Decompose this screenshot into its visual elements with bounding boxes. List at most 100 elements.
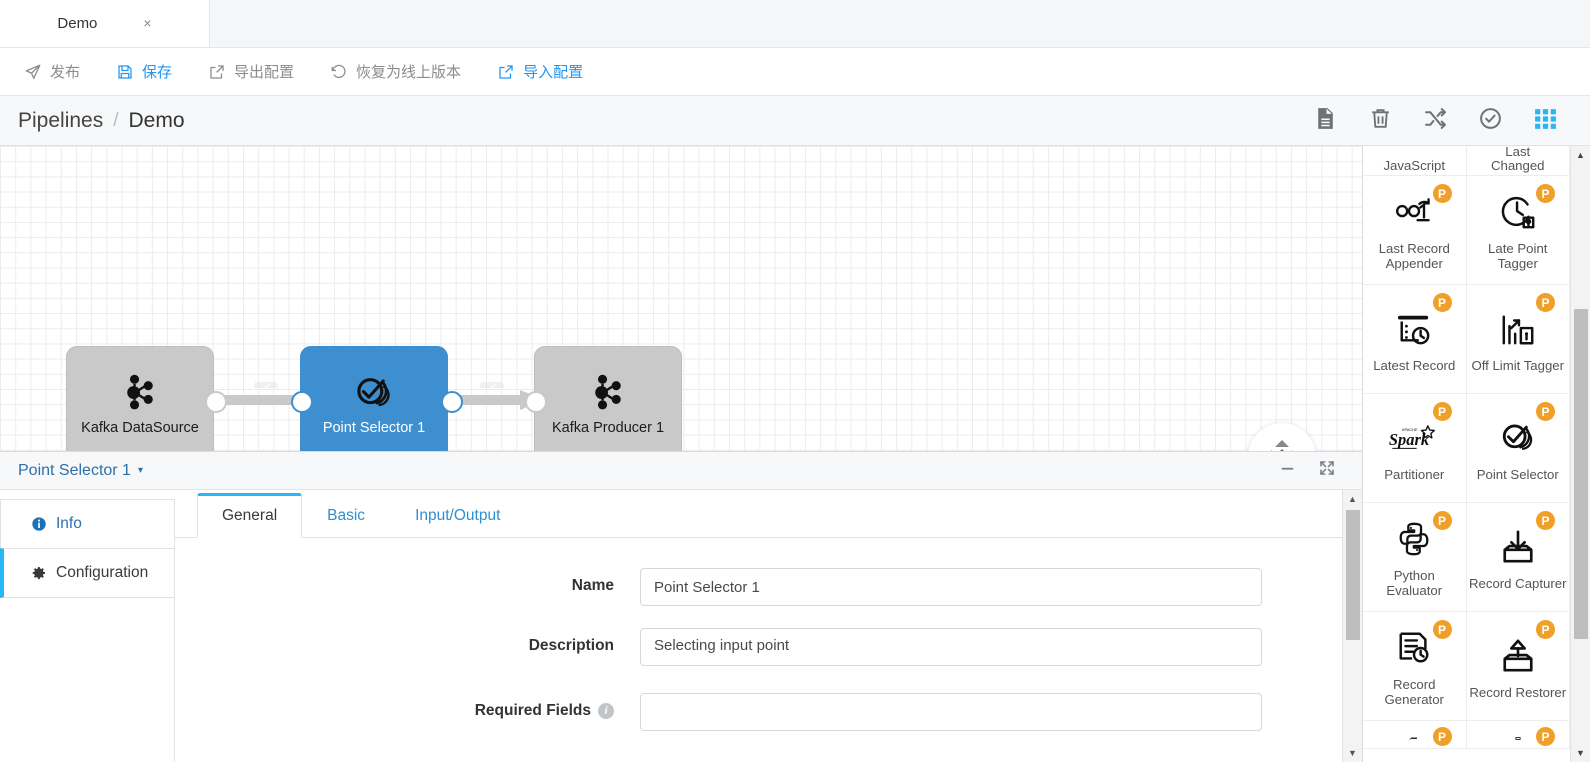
palette-item-record-generator[interactable]: P Record Generator bbox=[1363, 612, 1467, 721]
check-circle-icon[interactable] bbox=[1478, 106, 1503, 136]
premium-badge: P bbox=[1433, 511, 1452, 530]
palette-item-point-selector[interactable]: P Point Selector bbox=[1467, 394, 1571, 503]
scroll-thumb[interactable] bbox=[1346, 510, 1360, 640]
palette-item-label: Late Point Tagger bbox=[1469, 241, 1568, 271]
spark-icon: Spark APACHE bbox=[1388, 415, 1440, 461]
port-in-selector[interactable] bbox=[291, 391, 313, 413]
tab-info-label: Info bbox=[56, 515, 82, 533]
export-config-label: 导出配置 bbox=[234, 61, 294, 82]
palette-item-label: JavaScript bbox=[1383, 158, 1445, 173]
minimize-icon[interactable] bbox=[1279, 460, 1296, 482]
config-panel-scrollbar[interactable]: ▲ ▼ bbox=[1342, 490, 1362, 762]
grid-icon[interactable] bbox=[1533, 106, 1558, 136]
export-config-button[interactable]: 导出配置 bbox=[208, 61, 316, 82]
palette-item-label: Last Changed bbox=[1491, 146, 1545, 173]
browser-tab-strip: Demo × bbox=[0, 0, 1590, 48]
breadcrumb-root[interactable]: Pipelines bbox=[18, 109, 103, 133]
shuffle-icon[interactable] bbox=[1423, 106, 1448, 136]
palette-item-python-evaluator[interactable]: P Python Evaluator bbox=[1363, 503, 1467, 612]
chevron-down-icon[interactable]: ▾ bbox=[138, 465, 143, 476]
palette-item-partial-right[interactable]: P bbox=[1467, 721, 1571, 749]
required-fields-input[interactable] bbox=[640, 693, 1262, 731]
tab-info[interactable]: Info bbox=[0, 499, 175, 549]
form-row-description: Description Selecting input point bbox=[175, 628, 1362, 671]
pipeline-canvas[interactable]: Kafka DataSource Point Selector 1 bbox=[0, 146, 1362, 452]
restore-online-version-label: 恢复为线上版本 bbox=[356, 61, 461, 82]
scroll-down-icon[interactable]: ▼ bbox=[1348, 744, 1357, 762]
side-tabs-filler bbox=[0, 598, 175, 762]
description-textarea[interactable]: Selecting input point bbox=[640, 628, 1262, 666]
node-kafka-producer-1[interactable]: Kafka Producer 1 bbox=[534, 346, 682, 452]
info-icon[interactable]: i bbox=[598, 703, 614, 719]
port-in-producer[interactable] bbox=[525, 391, 547, 413]
palette-scrollbar[interactable]: ▲ ▼ bbox=[1570, 146, 1590, 762]
partial-icon bbox=[1498, 737, 1538, 744]
tab-configuration[interactable]: Configuration bbox=[0, 548, 175, 598]
record-restorer-icon bbox=[1500, 633, 1536, 679]
config-side-tabs: Info Configuration bbox=[0, 490, 175, 762]
premium-badge: P bbox=[1433, 184, 1452, 203]
restore-online-version-button[interactable]: 恢复为线上版本 bbox=[330, 61, 483, 82]
tab-input-output[interactable]: Input/Output bbox=[390, 495, 525, 538]
document-icon[interactable] bbox=[1313, 106, 1338, 136]
trash-icon[interactable] bbox=[1368, 106, 1393, 136]
breadcrumb-current: Demo bbox=[129, 109, 185, 133]
palette-item-label: Off Limit Tagger bbox=[1471, 358, 1564, 373]
palette-item-last-changed[interactable]: Last Changed bbox=[1467, 146, 1571, 176]
palette-item-latest-record[interactable]: P Latest Record bbox=[1363, 285, 1467, 394]
name-label: Name bbox=[175, 568, 640, 595]
port-out-selector[interactable] bbox=[441, 391, 463, 413]
point-selector-icon bbox=[351, 370, 397, 416]
config-panel-title[interactable]: Point Selector 1 bbox=[18, 462, 131, 480]
publish-button[interactable]: 发布 bbox=[24, 61, 102, 82]
palette-item-label: Python Evaluator bbox=[1365, 568, 1464, 598]
palette-item-javascript[interactable]: JavaScript bbox=[1363, 146, 1467, 176]
palette-item-label: Point Selector bbox=[1477, 467, 1559, 482]
editor-left-column: Kafka DataSource Point Selector 1 bbox=[0, 146, 1362, 762]
name-input[interactable] bbox=[640, 568, 1262, 606]
premium-badge: P bbox=[1536, 620, 1555, 639]
node-kafka-datasource[interactable]: Kafka DataSource bbox=[66, 346, 214, 452]
record-generator-icon bbox=[1396, 625, 1432, 671]
expand-icon[interactable] bbox=[1318, 459, 1336, 482]
breadcrumb-separator: / bbox=[113, 110, 118, 132]
save-button[interactable]: 保存 bbox=[116, 61, 194, 82]
palette-item-label: Record Generator bbox=[1365, 677, 1464, 707]
name-field-wrap bbox=[640, 568, 1262, 606]
form-row-required-fields: Required Fields i bbox=[175, 693, 1362, 731]
browser-tab-demo[interactable]: Demo × bbox=[0, 0, 210, 47]
palette-item-partitioner[interactable]: P Spark APACHE Partitioner bbox=[1363, 394, 1467, 503]
premium-badge: P bbox=[1433, 402, 1452, 421]
point-selector-icon bbox=[1498, 415, 1538, 461]
import-config-button[interactable]: 导入配置 bbox=[497, 61, 605, 82]
late-point-tagger-icon bbox=[1499, 189, 1537, 235]
palette-item-partial-left[interactable]: P bbox=[1363, 721, 1467, 749]
premium-badge: P bbox=[1433, 620, 1452, 639]
palette-scroll-thumb[interactable] bbox=[1574, 309, 1588, 639]
palette-item-late-point-tagger[interactable]: P Late Point Tagger bbox=[1467, 176, 1571, 285]
tab-basic[interactable]: Basic bbox=[302, 495, 390, 538]
import-config-label: 导入配置 bbox=[523, 61, 583, 82]
scroll-up-icon[interactable]: ▲ bbox=[1348, 490, 1357, 508]
component-palette: JavaScript Last Changed P bbox=[1362, 146, 1590, 762]
export-icon bbox=[208, 63, 226, 81]
node-label: Kafka DataSource bbox=[81, 420, 199, 436]
off-limit-tagger-icon bbox=[1500, 306, 1536, 352]
kafka-icon bbox=[585, 370, 631, 416]
breadcrumb-bar: Pipelines / Demo bbox=[0, 96, 1590, 146]
tab-general[interactable]: General bbox=[197, 493, 302, 538]
required-fields-label: Required Fields i bbox=[175, 693, 640, 720]
palette-item-off-limit-tagger[interactable]: P Off Limit Tagger bbox=[1467, 285, 1571, 394]
tab-configuration-label: Configuration bbox=[56, 564, 148, 582]
send-icon bbox=[24, 63, 42, 81]
close-icon[interactable]: × bbox=[143, 16, 151, 30]
pan-home-control[interactable] bbox=[1248, 423, 1316, 452]
palette-scroll-down-icon[interactable]: ▼ bbox=[1576, 744, 1585, 762]
palette-item-record-capturer[interactable]: P Record Capturer bbox=[1467, 503, 1571, 612]
port-out-datasource[interactable] bbox=[205, 391, 227, 413]
node-point-selector-1[interactable]: Point Selector 1 bbox=[300, 346, 448, 452]
palette-item-last-record-appender[interactable]: P Last Record Appender bbox=[1363, 176, 1467, 285]
palette-scroll-up-icon[interactable]: ▲ bbox=[1576, 146, 1585, 164]
palette-item-record-restorer[interactable]: P Record Restorer bbox=[1467, 612, 1571, 721]
pipeline-editor-app: Demo × 发布 保存 导出配置 恢 bbox=[0, 0, 1590, 762]
